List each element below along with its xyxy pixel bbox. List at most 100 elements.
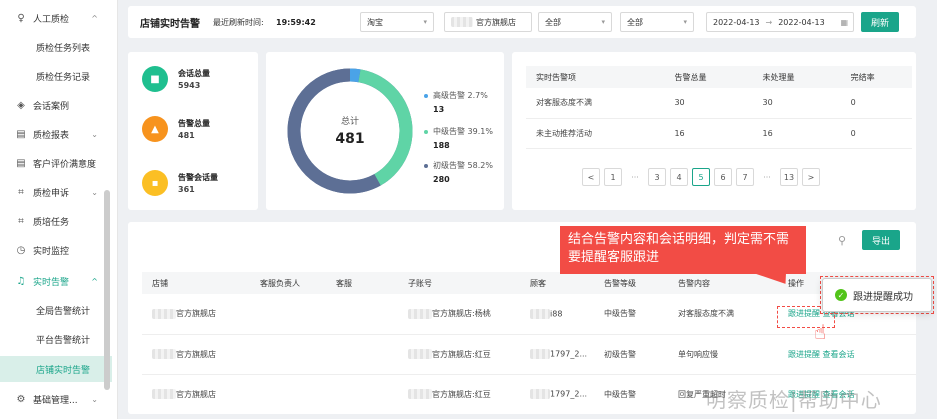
col-header: 未处理量 <box>752 66 841 88</box>
page-ellipsis[interactable]: ··· <box>626 168 644 186</box>
prev-page-button[interactable]: < <box>582 168 600 186</box>
page-button[interactable]: 3 <box>648 168 666 186</box>
chevron-down-icon: ⌄ <box>91 394 98 404</box>
date-separator: → <box>765 17 773 27</box>
page-button[interactable]: 13 <box>780 168 798 186</box>
col-header: 告警总量 <box>664 66 753 88</box>
page-button-active[interactable]: 5 <box>692 168 710 186</box>
page-ellipsis[interactable]: ··· <box>758 168 776 186</box>
col-header: 客服 <box>326 272 398 294</box>
table-cell: 16 <box>664 118 753 149</box>
sidebar-item-global-alert[interactable]: 全局告警统计 <box>0 297 112 323</box>
sidebar-item-realtime-alert[interactable]: ♫ 实时告警 ^ <box>0 268 112 294</box>
toast-text: 跟进提醒成功 <box>853 291 913 303</box>
col-header: 完结率 <box>840 66 912 88</box>
col-header: 顾客 <box>520 272 594 294</box>
stat-value: 361 <box>178 185 195 194</box>
table-cell: 对客服态度不满 <box>526 88 665 119</box>
page-button[interactable]: 6 <box>714 168 732 186</box>
platform-select[interactable]: 淘宝 ▾ <box>360 12 434 32</box>
table-cell <box>250 294 326 335</box>
chevron-down-icon: ▾ <box>683 18 687 26</box>
sidebar-item-platform-alert[interactable]: 平台告警统计 <box>0 326 112 352</box>
alert-donut-chart: 总计 481 <box>287 68 413 194</box>
sidebar-item-shop-alert[interactable]: 店铺实时告警 <box>0 356 112 382</box>
shop-cell: 官方旗舰店 <box>142 374 250 414</box>
sidebar-item-qc-report[interactable]: ▤ 质检报表 ⌄ <box>0 121 112 147</box>
sidebar-item-qc-task-list[interactable]: 质检任务列表 <box>0 34 112 60</box>
next-page-button[interactable]: > <box>802 168 820 186</box>
content-cell: 单句响应慢 <box>668 334 778 375</box>
export-button[interactable]: 导出 <box>862 230 900 250</box>
instruction-callout: 结合告警内容和会话明细，判定需不需要提醒客服跟进 <box>560 226 806 274</box>
sidebar-item-monitor[interactable]: ◷ 实时监控 <box>0 237 112 263</box>
shop-select-value: 官方旗舰店 <box>476 17 516 27</box>
cell-text: 官方旗舰店 <box>176 389 216 399</box>
table-cell <box>250 334 326 375</box>
search-icon[interactable]: ⚲ <box>838 234 846 247</box>
level-cell: 初级告警 <box>594 334 668 375</box>
customer-cell: 1797_2... <box>520 374 594 414</box>
frame-icon: ⌗ <box>18 186 24 198</box>
blurred-text <box>408 308 432 319</box>
chat-icon: ■ <box>142 66 168 92</box>
legend-dot <box>424 129 428 134</box>
filter-select-2[interactable]: 全部 ▾ <box>620 12 694 32</box>
table-cell: 30 <box>664 88 753 119</box>
success-toast: ✓ 跟进提醒成功 <box>822 278 932 312</box>
page-button[interactable]: 7 <box>736 168 754 186</box>
cell-text: 官方旗舰店:红豆 <box>432 349 491 359</box>
col-header: 实时告警项 <box>526 66 665 88</box>
sidebar-item-base-mgmt[interactable]: ⚙ 基础管理... ⌄ <box>0 386 112 412</box>
sidebar-item-qc-task-record[interactable]: 质检任务记录 <box>0 63 112 89</box>
page-button[interactable]: 1 <box>604 168 622 186</box>
table-cell <box>326 334 398 375</box>
date-range-picker[interactable]: 2022-04-13 → 2022-04-13 ▦ <box>706 12 854 32</box>
table-cell: 未主动推荐活动 <box>526 118 665 149</box>
sidebar-item-label: 质培任务 <box>33 217 70 228</box>
blurred-text <box>408 349 432 359</box>
page-button[interactable]: 4 <box>670 168 688 186</box>
pagination: < 1 ··· 3 4 5 6 7 ··· 13 > <box>582 168 820 186</box>
chevron-down-icon: ▾ <box>423 18 427 26</box>
table-row: 对客服态度不满 30 30 0 <box>526 88 912 119</box>
sidebar-item-training[interactable]: ⌗ 质培任务 <box>0 208 112 234</box>
stat-value: 481 <box>178 131 195 140</box>
table-cell: 0 <box>840 88 912 119</box>
sidebar-item-label: 基础管理... <box>33 395 78 406</box>
sidebar-item-appeal[interactable]: ⌗ 质检申诉 ⌄ <box>0 179 112 205</box>
legend-value: 13 <box>433 105 445 114</box>
view-session-link[interactable]: 查看会话 <box>823 350 855 359</box>
level-cell: 中级告警 <box>594 294 668 335</box>
col-header: 店铺 <box>142 272 250 294</box>
legend-dot <box>424 93 428 98</box>
report-icon: ▤ <box>16 128 26 140</box>
sidebar-scrollbar[interactable] <box>104 190 110 390</box>
shop-select[interactable]: 官方旗舰店 <box>444 12 532 32</box>
sidebar-item-label: 客户评价满意度 <box>33 159 97 170</box>
stat-value: 5943 <box>178 81 201 90</box>
stat-label: 会话总量 <box>178 69 210 78</box>
blurred-text <box>152 349 176 359</box>
follow-up-remind-link[interactable]: 跟进提醒 <box>788 350 820 359</box>
cell-text: 官方旗舰店 <box>176 309 216 319</box>
filter-select-1[interactable]: 全部 ▾ <box>538 12 612 32</box>
blurred-text <box>152 308 176 319</box>
bell-icon: ♫ <box>16 275 26 287</box>
cell-text: i88 <box>550 309 563 319</box>
sidebar-item-manual-qc[interactable]: ♀ 人工质检 ^ <box>0 5 112 31</box>
sidebar-item-label: 会话案例 <box>33 101 70 112</box>
donut-center-value: 481 <box>335 131 364 147</box>
chevron-up-icon: ^ <box>91 13 98 23</box>
message-icon: ▪ <box>142 170 168 196</box>
filter-select-value: 全部 <box>545 17 561 27</box>
legend-pct: 2.7% <box>467 91 488 100</box>
chevron-up-icon: ^ <box>91 276 98 286</box>
stat-alerts: ▲ 告警总量 481 <box>142 116 210 142</box>
refresh-button[interactable]: 刷新 <box>861 12 899 32</box>
sidebar-item-case[interactable]: ◈ 会话案例 <box>0 92 112 118</box>
customer-cell: i88 <box>520 294 594 335</box>
col-header: 告警等级 <box>594 272 668 294</box>
sidebar-item-satisfaction[interactable]: ▤ 客户评价满意度 <box>0 150 112 176</box>
shop-cell: 官方旗舰店 <box>142 294 250 335</box>
